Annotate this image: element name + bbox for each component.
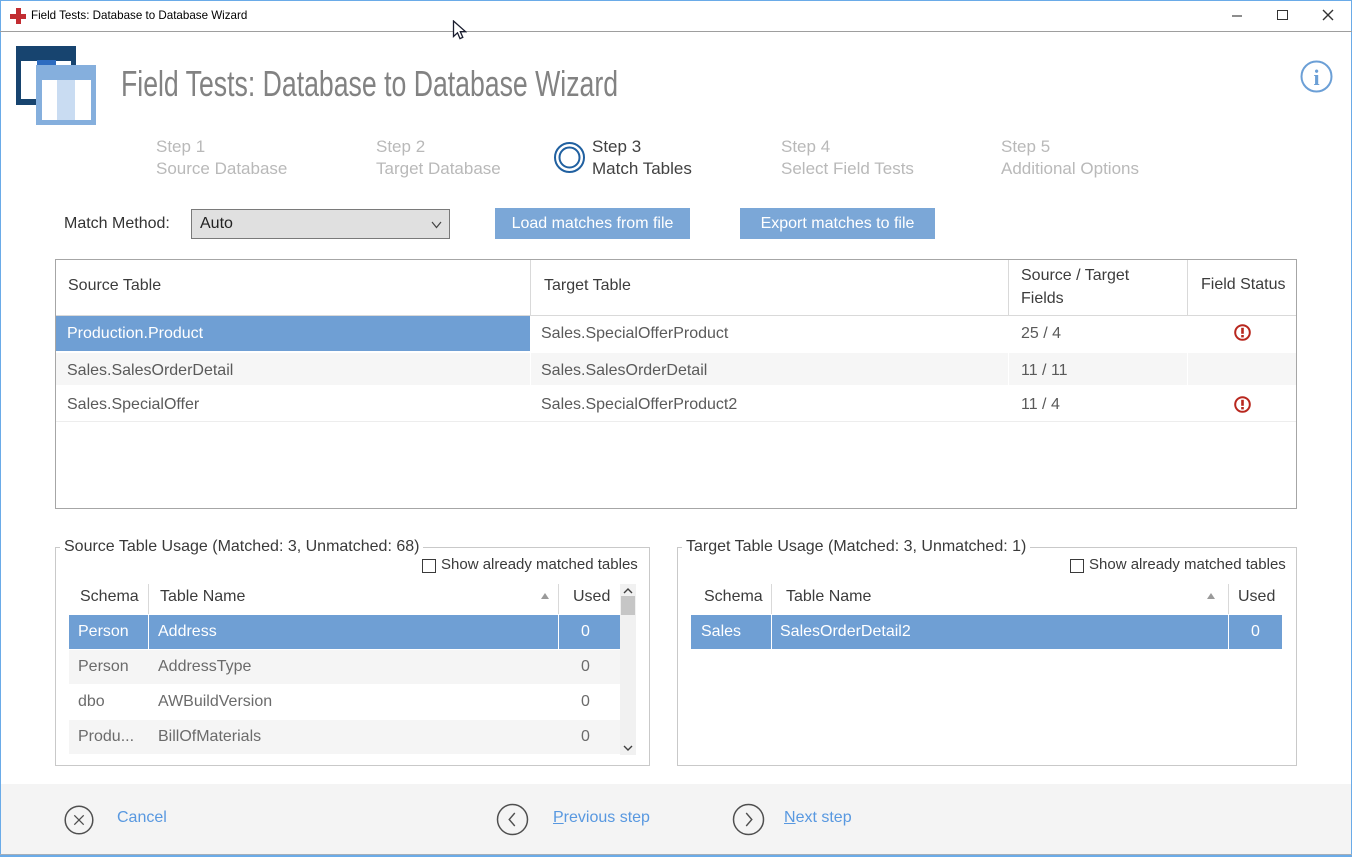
svg-text:i: i [1313,65,1319,90]
